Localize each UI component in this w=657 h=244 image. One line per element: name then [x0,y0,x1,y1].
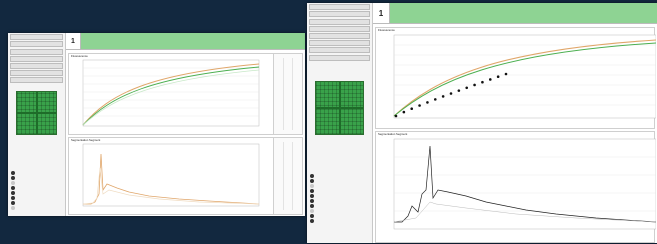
data-point [481,80,484,84]
legend-icon [310,193,314,198]
segment-plot [393,138,656,230]
data-point [504,72,508,76]
data-point [426,101,429,104]
data-point [394,114,398,118]
legend-icon [310,178,314,183]
legend [11,170,62,210]
legend-icon [11,170,15,175]
sidebar-row[interactable] [10,55,63,62]
sidebar-row[interactable] [309,4,370,11]
sidebar-row[interactable] [10,34,63,41]
plate-icon[interactable] [315,81,364,135]
legend-icon [11,205,15,210]
sidebar-row[interactable] [309,25,370,32]
sidebar-row[interactable] [309,32,370,39]
sidebar-row[interactable] [309,40,370,47]
well-header: 1 [66,33,305,50]
legend-icon [11,185,15,190]
legend-icon [310,208,314,213]
sidebar [307,3,373,243]
well-number: 1 [66,33,81,49]
data-point [465,86,469,90]
legend-icon [11,195,15,200]
sidebar-row[interactable] [10,41,63,48]
sidebar-row[interactable] [10,70,63,77]
segment-panel: Segmentation Segment [68,137,303,215]
sidebar-row[interactable] [10,62,63,69]
sidebar-row[interactable] [309,11,370,18]
data-point [496,75,500,79]
fluorescence-panel: Fluorescence [375,27,656,129]
legend-icon [310,218,314,223]
legend-icon [310,213,314,218]
legend-icon [11,200,15,205]
segment-panel: Segmentation Segment [375,131,656,243]
well-info-bar [390,3,657,23]
sidebar-row[interactable] [309,47,370,54]
sidebar-row[interactable] [309,18,370,25]
segment-plot [82,143,260,207]
legend-icon [310,173,314,178]
data-point [418,104,421,107]
fluorescence-panel: Fluorescence [68,53,303,135]
legend-item [310,218,369,223]
plate-icon[interactable] [16,91,57,135]
data-point [402,110,406,114]
data-point [410,107,414,111]
data-point [488,78,492,81]
legend-icon [310,198,314,203]
data-point [457,89,461,92]
fluorescence-plot [82,59,260,127]
legend-icon [310,203,314,208]
sidebar-row[interactable] [10,77,63,84]
data-point [473,83,476,87]
legend-item [11,205,62,210]
legend-icon [11,180,15,185]
sidebar [8,33,66,216]
legend [310,173,369,223]
data-point [441,95,445,98]
fluorescence-plot [393,34,656,119]
well-header: 1 [373,3,657,24]
sidebar-row[interactable] [309,54,370,61]
data-point [433,98,437,101]
value-table [273,138,302,214]
screenshot-left: 1 Fluorescence Segmentation Segment [8,33,305,216]
legend-icon [11,190,15,195]
main-area: 1 Fluorescence Segmentation Segment [66,33,305,216]
well-number: 1 [373,3,390,23]
main-area: 1 Fluorescence Segmentation Segment [373,3,657,243]
well-info-bar [81,33,305,49]
sidebar-row[interactable] [10,48,63,55]
value-table [273,54,302,134]
legend-icon [11,175,15,180]
legend-icon [310,188,314,193]
legend-icon [310,183,314,188]
data-point [449,92,453,95]
screenshot-right: 1 Fluorescence Segmentation Segment [307,3,657,243]
